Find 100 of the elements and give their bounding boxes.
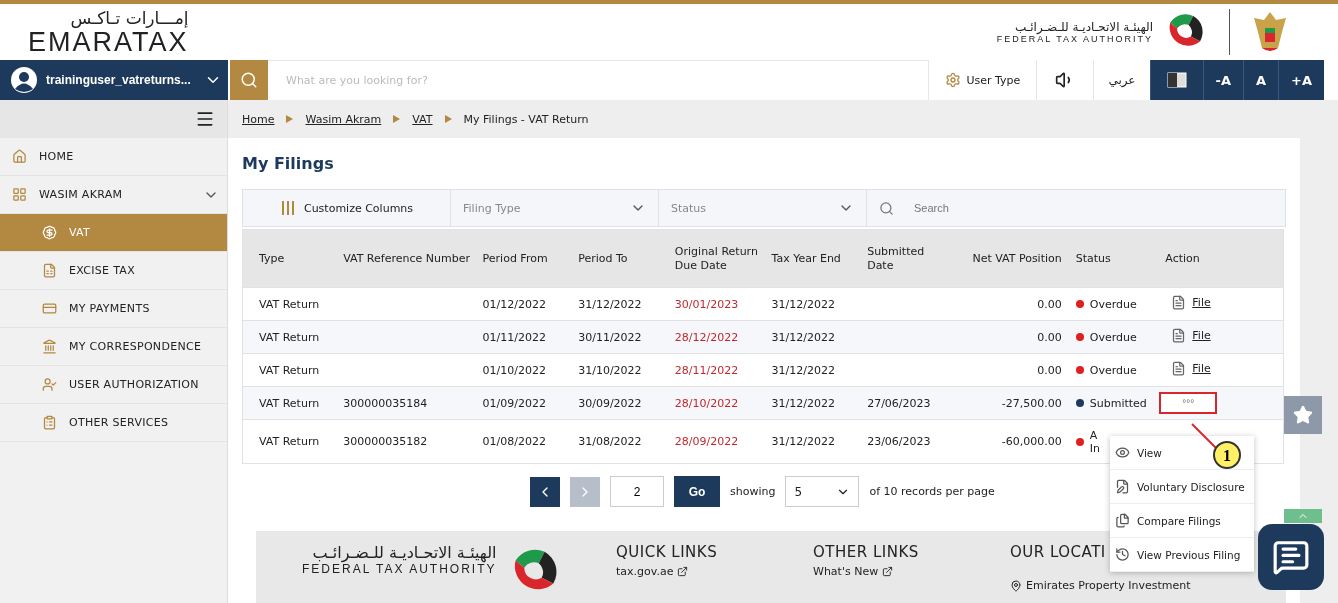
footer-link[interactable]: tax.gov.ae — [616, 565, 689, 578]
table-cell: 01/12/2022 — [478, 287, 575, 321]
location-pin-icon — [1010, 579, 1022, 592]
history-icon — [1115, 547, 1130, 562]
table-cell: 0.00 — [949, 287, 1072, 321]
status-text: Overdue — [1089, 297, 1137, 311]
footer-link[interactable]: What's New — [813, 565, 894, 578]
contrast-button[interactable] — [1149, 60, 1203, 100]
table-cell: 300000035184 — [339, 386, 479, 420]
table-cell: 300000035182 — [339, 419, 479, 464]
status-text: A In — [1089, 428, 1100, 455]
footer-heading: QUICK LINKS — [616, 543, 718, 561]
breadcrumb-link[interactable]: VAT — [412, 112, 433, 126]
breadcrumb-link[interactable]: Home — [242, 112, 275, 126]
records-label: of 10 records per page — [869, 485, 995, 498]
column-header: Net VAT Position — [949, 229, 1072, 288]
column-header: Period To — [574, 229, 671, 288]
column-header: Status — [1071, 229, 1162, 288]
table-cell: 28/11/2022 — [670, 353, 768, 387]
go-button[interactable]: Go — [674, 476, 720, 507]
table-cell: 31/12/2022 — [767, 353, 864, 387]
logo-text: EMARATAX — [28, 28, 189, 56]
footer-link[interactable]: Emirates Property Investment — [1010, 579, 1191, 592]
file-link[interactable]: File — [1171, 328, 1211, 343]
menu-item[interactable]: Compare Filings — [1110, 504, 1254, 538]
column-header: Type — [242, 229, 340, 288]
table-cell: 0.00 — [949, 320, 1072, 354]
external-link-icon — [677, 566, 689, 577]
logo-arabic-text: إمـــارات تـاكـس — [70, 8, 189, 28]
customize-columns-button[interactable]: Customize Columns — [243, 190, 451, 226]
search-icon — [240, 71, 258, 89]
footer-heading: OUR LOCATI — [1010, 543, 1106, 561]
table-cell: 31/12/2022 — [767, 419, 864, 464]
table-cell: 01/10/2022 — [478, 353, 575, 387]
columns-icon — [279, 200, 296, 216]
grid-icon — [12, 187, 27, 202]
previous-page-button[interactable] — [530, 476, 560, 507]
star-icon — [1293, 405, 1313, 425]
external-link-icon — [882, 566, 894, 577]
chat-button[interactable] — [1258, 524, 1324, 590]
document-icon — [1171, 328, 1187, 343]
column-header: Original Return Due Date — [670, 229, 768, 288]
table-search-field[interactable]: Search — [912, 198, 1212, 218]
status-text: Overdue — [1089, 330, 1137, 344]
clipboard-icon — [42, 415, 57, 430]
table-cell: 28/10/2022 — [670, 386, 768, 420]
column-header: Action — [1161, 229, 1284, 288]
document-icon — [1171, 295, 1187, 310]
document-icon — [42, 263, 57, 278]
table-cell: 31/12/2022 — [767, 287, 864, 321]
bank-icon — [42, 339, 57, 354]
avatar-icon — [10, 66, 38, 94]
table-cell: 31/08/2022 — [574, 419, 671, 464]
breadcrumb-link[interactable]: Wasim Akram — [305, 112, 382, 126]
column-header: VAT Reference Number — [339, 229, 479, 288]
current-page-label: My Filings - VAT Return — [463, 112, 589, 126]
table-cell: 01/11/2022 — [478, 320, 575, 354]
status-text: Overdue — [1089, 363, 1137, 377]
table-cell: -27,500.00 — [949, 386, 1072, 420]
menu-icon[interactable] — [195, 109, 215, 129]
card-icon — [42, 301, 57, 316]
more-actions-button[interactable]: °°° — [1159, 392, 1218, 414]
file-link[interactable]: File — [1171, 361, 1211, 376]
page-number-field[interactable]: 2 — [610, 476, 664, 507]
chat-icon — [1272, 538, 1310, 576]
file-link[interactable]: File — [1171, 295, 1211, 310]
contrast-icon — [1166, 72, 1187, 88]
table-cell: VAT Return — [242, 419, 340, 464]
table-cell: 23/06/2023 — [863, 419, 950, 464]
table-cell: 01/08/2022 — [478, 419, 575, 464]
footer-heading: OTHER LINKS — [813, 543, 919, 561]
font-size-button[interactable]: +A — [1278, 60, 1324, 100]
per-page-dropdown[interactable]: 5 — [785, 476, 860, 507]
breadcrumb-arrow-icon — [444, 115, 452, 123]
column-header: Period From — [478, 229, 575, 288]
table-cell: VAT Return — [242, 353, 340, 387]
table-cell: 0.00 — [949, 353, 1072, 387]
table-cell: 31/12/2022 — [767, 386, 864, 420]
table-cell: 31/12/2022 — [574, 287, 671, 321]
table-cell: 30/01/2023 — [670, 287, 768, 321]
search-icon — [879, 200, 894, 216]
table-cell: 30/11/2022 — [574, 320, 671, 354]
font-size-button[interactable]: A — [1242, 60, 1279, 100]
menu-item[interactable]: Voluntary Disclosure — [1110, 470, 1254, 504]
table-cell: 01/09/2022 — [478, 386, 575, 420]
emblem-icon — [1252, 10, 1288, 54]
breadcrumb-arrow-icon — [393, 115, 401, 123]
favorite-button[interactable] — [1284, 396, 1322, 434]
table-cell: 31/10/2022 — [574, 353, 671, 387]
menu-item[interactable]: View Previous Filing — [1110, 538, 1254, 572]
table-cell: 27/06/2023 — [863, 386, 950, 420]
coin-icon — [42, 225, 57, 240]
settings-icon — [944, 72, 961, 88]
font-size-button[interactable]: -A — [1202, 60, 1243, 100]
document-icon — [1171, 361, 1187, 376]
page-title: My Filings — [242, 154, 335, 173]
column-header: Tax Year End — [767, 229, 864, 288]
search-button[interactable] — [230, 60, 268, 100]
breadcrumb-arrow-icon — [286, 115, 294, 123]
fta-arabic-text: الهيئـة الاتحـاديـة للـضـرائـب — [312, 543, 497, 563]
